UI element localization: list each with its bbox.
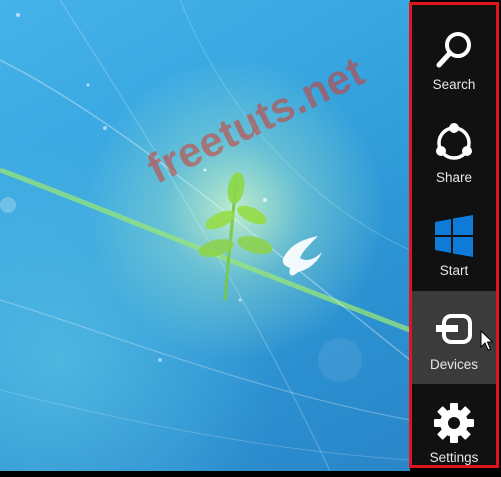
- share-charm[interactable]: Share: [412, 104, 496, 197]
- search-charm-label: Search: [432, 77, 476, 92]
- settings-charm[interactable]: Settings: [412, 384, 496, 477]
- gear-icon: [432, 401, 476, 445]
- windows-logo-icon: [432, 214, 476, 258]
- desktop-background: freetuts.net: [0, 0, 410, 471]
- start-charm-label: Start: [439, 263, 469, 278]
- mouse-pointer-icon: [480, 330, 494, 351]
- share-icon: [432, 121, 476, 165]
- search-charm[interactable]: Search: [412, 11, 496, 104]
- charms-bar: Search Share Start Devices Settings: [409, 2, 499, 468]
- share-charm-label: Share: [435, 170, 473, 185]
- devices-icon: [432, 308, 476, 352]
- start-charm[interactable]: Start: [412, 197, 496, 290]
- devices-charm-label: Devices: [429, 357, 478, 372]
- search-icon: [432, 28, 476, 72]
- settings-charm-label: Settings: [429, 450, 479, 465]
